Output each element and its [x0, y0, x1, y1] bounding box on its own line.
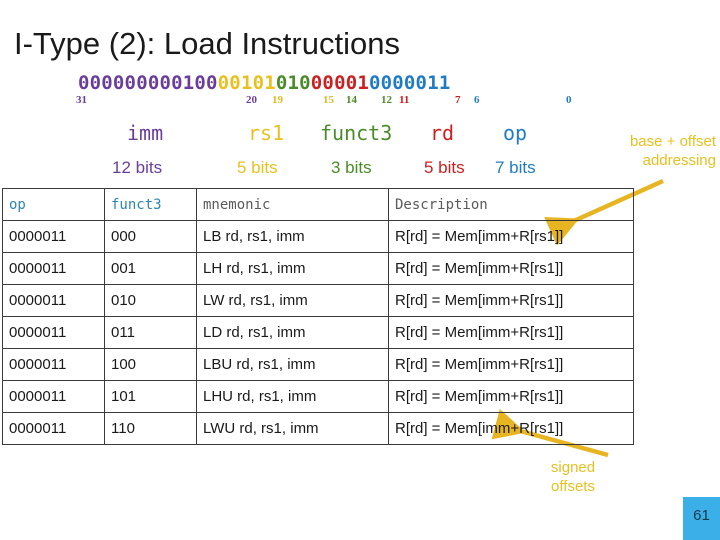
- bit-index-0: 0: [566, 94, 572, 106]
- table-body: 0000011 000 LB rd, rs1, imm R[rd] = Mem[…: [2, 220, 634, 445]
- cell-funct3: 001: [104, 252, 197, 285]
- bit-index-12: 12: [381, 94, 392, 106]
- bits-rd: 00001: [310, 72, 369, 94]
- cell-mnemonic: LH rd, rs1, imm: [196, 252, 389, 285]
- cell-funct3: 010: [104, 284, 197, 317]
- bits-rs1: 00101: [217, 72, 276, 94]
- bits-imm: 000000000100: [78, 72, 218, 94]
- table-header-mnemonic: mnemonic: [196, 188, 389, 221]
- table-header-funct3: funct3: [104, 188, 197, 221]
- cell-mnemonic: LW rd, rs1, imm: [196, 284, 389, 317]
- cell-mnemonic: LWU rd, rs1, imm: [196, 412, 389, 445]
- cell-mnemonic: LHU rd, rs1, imm: [196, 380, 389, 413]
- cell-description: R[rd] = Mem[imm+R[rs1]]: [388, 284, 634, 317]
- load-instructions-table: op funct3 mnemonic Description 0000011 0…: [2, 188, 634, 445]
- bit-index-row: 31 20 19 15 14 12 11 7 6 0: [0, 94, 720, 110]
- bit-index-7: 7: [455, 94, 461, 106]
- cell-description: R[rd] = Mem[imm+R[rs1]]: [388, 316, 634, 349]
- bits-op: 0000011: [369, 72, 451, 94]
- cell-funct3: 101: [104, 380, 197, 413]
- annotation-signed-offsets: signed offsets: [550, 459, 596, 495]
- page-title: I-Type (2): Load Instructions: [14, 26, 400, 61]
- field-width-rd: 5 bits: [424, 158, 465, 177]
- table-row: 0000011 010 LW rd, rs1, imm R[rd] = Mem[…: [2, 284, 634, 317]
- cell-funct3: 100: [104, 348, 197, 381]
- bit-index-14: 14: [346, 94, 357, 106]
- cell-mnemonic: LB rd, rs1, imm: [196, 220, 389, 253]
- field-width-funct3: 3 bits: [331, 158, 372, 177]
- table-row: 0000011 011 LD rd, rs1, imm R[rd] = Mem[…: [2, 316, 634, 349]
- cell-op: 0000011: [2, 348, 105, 381]
- table-header-row: op funct3 mnemonic Description: [2, 188, 634, 221]
- cell-funct3: 110: [104, 412, 197, 445]
- cell-funct3: 011: [104, 316, 197, 349]
- cell-description: R[rd] = Mem[imm+R[rs1]]: [388, 412, 634, 445]
- bit-index-6: 6: [474, 94, 480, 106]
- table-row: 0000011 110 LWU rd, rs1, imm R[rd] = Mem…: [2, 412, 634, 445]
- cell-op: 0000011: [2, 412, 105, 445]
- bit-index-20: 20: [246, 94, 257, 106]
- field-width-imm: 12 bits: [112, 158, 163, 177]
- page-number: 61: [693, 507, 710, 524]
- field-width-op: 7 bits: [495, 158, 536, 177]
- table-row: 0000011 101 LHU rd, rs1, imm R[rd] = Mem…: [2, 380, 634, 413]
- cell-op: 0000011: [2, 220, 105, 253]
- bits-funct3: 010: [275, 72, 311, 94]
- cell-op: 0000011: [2, 316, 105, 349]
- cell-description: R[rd] = Mem[imm+R[rs1]]: [388, 348, 634, 381]
- cell-description: R[rd] = Mem[imm+R[rs1]]: [388, 220, 634, 253]
- cell-mnemonic: LD rd, rs1, imm: [196, 316, 389, 349]
- cell-mnemonic: LBU rd, rs1, imm: [196, 348, 389, 381]
- field-name-op: op: [503, 121, 528, 145]
- cell-description: R[rd] = Mem[imm+R[rs1]]: [388, 252, 634, 285]
- table-row: 0000011 100 LBU rd, rs1, imm R[rd] = Mem…: [2, 348, 634, 381]
- bit-index-15: 15: [323, 94, 334, 106]
- field-name-rs1: rs1: [248, 121, 285, 145]
- cell-op: 0000011: [2, 284, 105, 317]
- cell-op: 0000011: [2, 252, 105, 285]
- table-header-description: Description: [388, 188, 634, 221]
- table-row: 0000011 001 LH rd, rs1, imm R[rd] = Mem[…: [2, 252, 634, 285]
- annotation-base-offset: base + offset addressing: [629, 133, 716, 169]
- cell-funct3: 000: [104, 220, 197, 253]
- page-number-box: 61: [683, 497, 720, 540]
- table-row: 0000011 000 LB rd, rs1, imm R[rd] = Mem[…: [2, 220, 634, 253]
- bit-index-31: 31: [76, 94, 87, 106]
- field-name-imm: imm: [127, 121, 164, 145]
- field-width-rs1: 5 bits: [237, 158, 278, 177]
- bit-index-19: 19: [272, 94, 283, 106]
- instruction-bitstring: 00000000010000101010000010000011: [78, 72, 450, 94]
- field-name-rd: rd: [430, 121, 455, 145]
- bit-index-11: 11: [399, 94, 410, 106]
- table-header-op: op: [2, 188, 105, 221]
- cell-description: R[rd] = Mem[imm+R[rs1]]: [388, 380, 634, 413]
- field-name-funct3: funct3: [320, 121, 393, 145]
- cell-op: 0000011: [2, 380, 105, 413]
